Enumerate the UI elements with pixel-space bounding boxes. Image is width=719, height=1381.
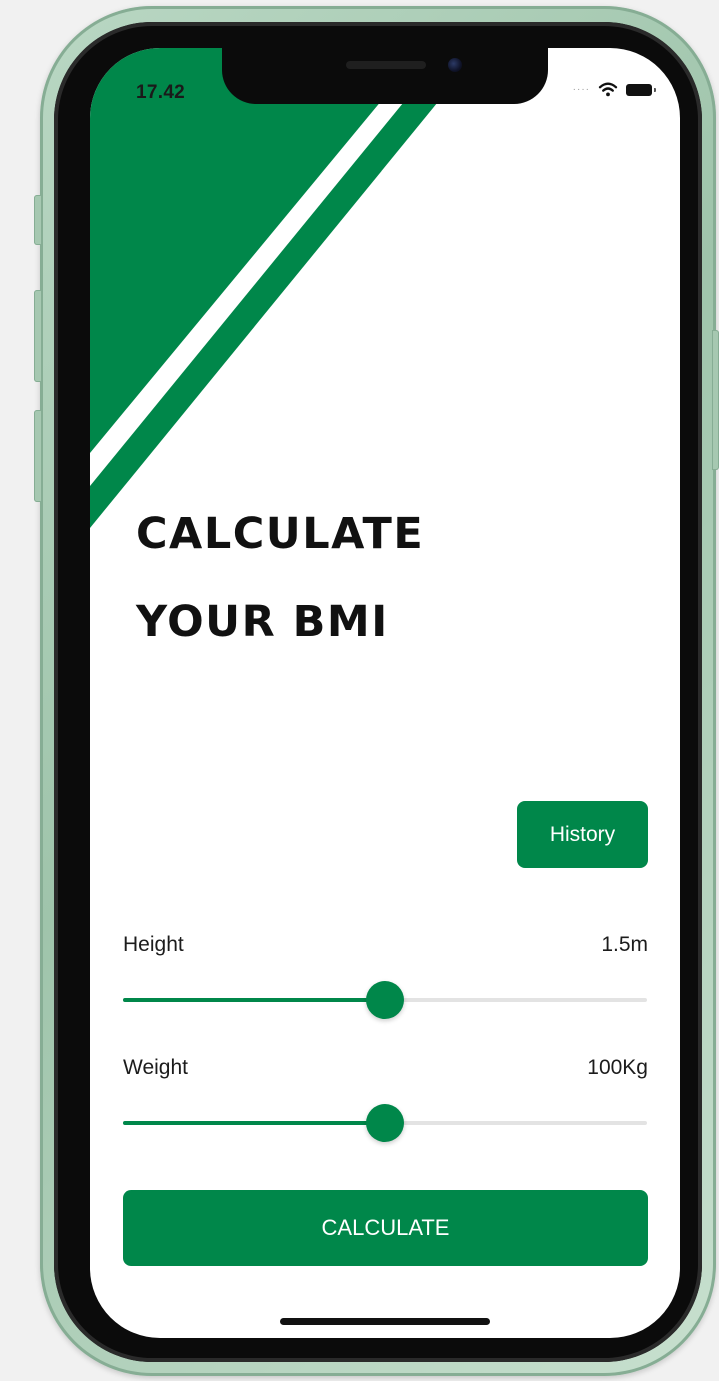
weight-slider-fill [123, 1121, 385, 1125]
home-indicator [280, 1318, 490, 1325]
speaker-grille [346, 61, 426, 69]
wifi-icon [598, 82, 618, 97]
banner-triangle [90, 48, 425, 453]
front-camera-icon [448, 58, 462, 72]
volume-down-button [34, 410, 42, 502]
height-slider-fill [123, 998, 385, 1002]
weight-slider[interactable] [123, 1103, 647, 1143]
silent-switch [34, 195, 42, 245]
height-value: 1.5m [601, 933, 648, 956]
weight-label: Weight [123, 1056, 188, 1079]
title-line-2: YOUR BMI [136, 597, 389, 647]
height-label: Height [123, 933, 184, 956]
power-button [712, 330, 719, 470]
history-button[interactable]: History [517, 801, 648, 868]
battery-icon [626, 83, 656, 96]
status-time: 17.42 [136, 82, 186, 103]
weight-value: 100Kg [587, 1056, 648, 1079]
height-slider[interactable] [123, 980, 647, 1020]
page-title: CALCULATE YOUR BMI [136, 490, 424, 666]
app-screen: 17.42 ···· CALCULATE YOUR BMI History He… [90, 48, 680, 1338]
status-icons: ···· [572, 82, 656, 97]
height-slider-thumb[interactable] [366, 981, 404, 1019]
weight-slider-thumb[interactable] [366, 1104, 404, 1142]
signal-dots-icon: ···· [572, 83, 590, 95]
title-line-1: CALCULATE [136, 509, 425, 559]
volume-up-button [34, 290, 42, 382]
calculate-button[interactable]: CALCULATE [123, 1190, 648, 1266]
notch [222, 48, 548, 104]
